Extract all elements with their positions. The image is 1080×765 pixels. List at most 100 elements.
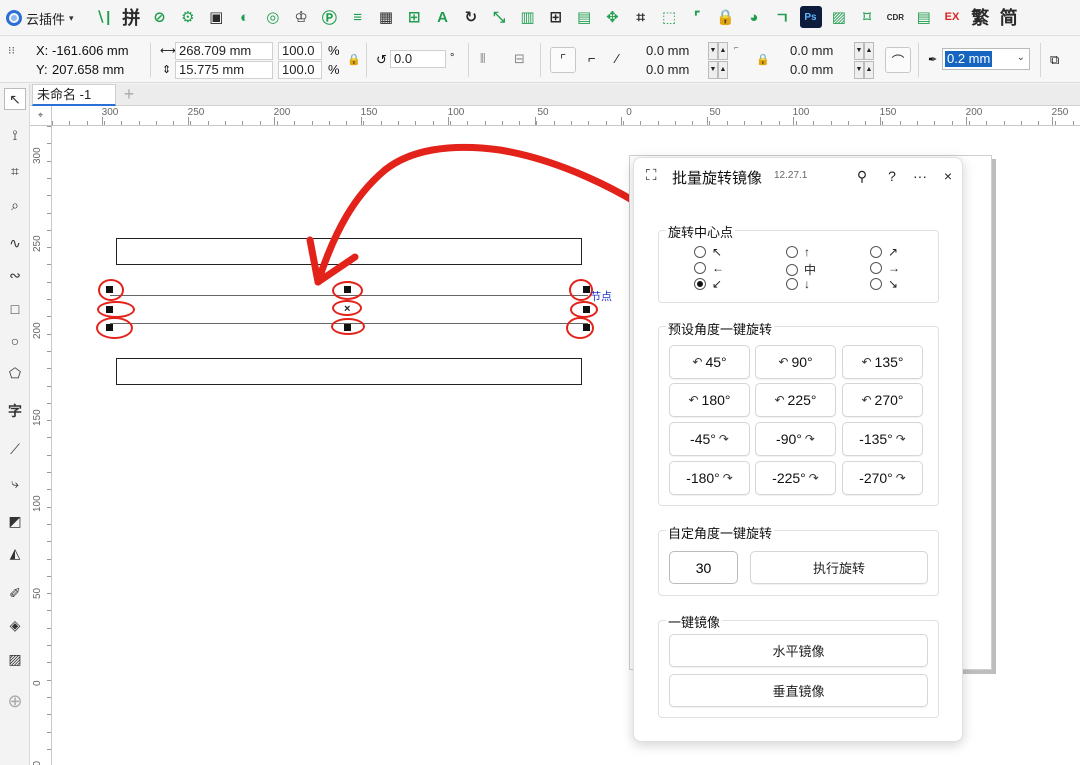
pin-icon[interactable]: ⚲ xyxy=(852,166,872,186)
mirror-horizontal-icon[interactable]: ⫴ xyxy=(480,50,485,68)
text-box-icon[interactable]: A xyxy=(432,6,454,28)
execute-rotate-button[interactable]: 执行旋转 xyxy=(750,551,928,584)
preset-rotate-button[interactable]: ↶ 270° xyxy=(842,383,923,417)
y-position-field[interactable]: 207.658 mm xyxy=(52,61,124,79)
shadow-tool-icon[interactable]: ◩ xyxy=(4,510,26,532)
rotation-center-option[interactable]: ↑ xyxy=(786,245,810,259)
scallop-corner-icon[interactable]: ⌐ xyxy=(588,50,596,68)
table-icon[interactable]: ▤ xyxy=(913,6,935,28)
rotation-field[interactable]: 0.0 xyxy=(390,50,446,68)
rotation-center-option[interactable]: ↓ xyxy=(786,277,810,291)
preset-rotate-button[interactable]: -90° ↷ xyxy=(755,422,836,456)
close-button[interactable]: × xyxy=(938,166,958,186)
image-icon[interactable]: ▣ xyxy=(205,6,227,28)
badge-icon[interactable]: Ⓟ xyxy=(318,6,340,28)
width-field[interactable]: 268.709 mm xyxy=(175,42,273,60)
relative-corner-button[interactable]: ⌒ xyxy=(885,47,911,73)
mirror-vertical-icon[interactable]: ⊟ xyxy=(514,50,525,68)
text-tool-icon[interactable]: 字 xyxy=(4,400,26,422)
transparency-tool-icon[interactable]: ◭ xyxy=(4,542,26,564)
picture-icon[interactable]: ▨ xyxy=(828,6,850,28)
preset-rotate-button[interactable]: ↶ 135° xyxy=(842,345,923,379)
horizontal-ruler[interactable]: 300 250 200 150 100 50 0 50 100 150 200 250 xyxy=(52,106,1080,126)
radio-button[interactable] xyxy=(870,278,882,290)
position-grid-icon[interactable]: ⁝⁝ xyxy=(8,42,15,60)
corner-radius-bottom-left[interactable]: 0.0 mm xyxy=(642,61,706,79)
interactive-fill-icon[interactable]: ◈ xyxy=(4,614,26,636)
radio-button[interactable] xyxy=(870,262,882,274)
parallel-dimension-icon[interactable]: ⟋ xyxy=(4,438,26,460)
crop-icon[interactable]: ⌜ xyxy=(686,6,708,28)
radio-button[interactable] xyxy=(786,278,798,290)
mirror-horizontal-button[interactable]: 水平镜像 xyxy=(669,634,928,667)
preset-rotate-button[interactable]: -180° ↷ xyxy=(669,461,750,495)
crop-tool-icon[interactable]: ⌗ xyxy=(4,160,26,182)
corner-radius-top-right[interactable]: 0.0 mm xyxy=(786,42,850,60)
freehand-tool-icon[interactable]: ∿ xyxy=(4,232,26,254)
pick-tool-icon[interactable]: ↖ xyxy=(4,88,26,110)
cloud-plugin-menu[interactable]: 云插件 ▾ xyxy=(6,7,74,29)
radio-button[interactable] xyxy=(786,246,798,258)
artistic-media-icon[interactable]: ∾ xyxy=(4,264,26,286)
corner-spinner[interactable]: ▼ ▲ xyxy=(854,61,874,79)
preset-rotate-button[interactable]: ↶ 180° xyxy=(669,383,750,417)
corner-icon[interactable]: ㄱ xyxy=(771,6,793,28)
ruler-origin[interactable]: ⌖ xyxy=(30,106,52,126)
smart-fill-icon[interactable]: ▨ xyxy=(4,648,26,670)
radio-button[interactable] xyxy=(694,278,706,290)
eyedropper-tool-icon[interactable]: ✐ xyxy=(4,582,26,604)
merge-icon[interactable]: 拼 xyxy=(120,6,142,29)
stamp-icon[interactable]: ♔ xyxy=(290,6,312,28)
chamfer-corner-icon[interactable]: ∕ xyxy=(616,50,618,68)
more-button[interactable]: ··· xyxy=(910,166,930,186)
rotation-center-option[interactable]: ↖ xyxy=(694,245,722,259)
dashed-box-icon[interactable]: ⬚ xyxy=(658,6,680,28)
crop-edit-icon[interactable]: ⊘ xyxy=(149,6,171,28)
options-icon[interactable]: ⧉ xyxy=(1050,51,1059,69)
rotation-center-option[interactable]: ← xyxy=(694,261,724,275)
round-corner-button[interactable]: ⌜ xyxy=(550,47,576,73)
corner-radius-top-left[interactable]: 0.0 mm xyxy=(642,42,706,60)
color-wheel-icon[interactable]: ◕ xyxy=(743,6,765,28)
preset-rotate-button[interactable]: -135° ↷ xyxy=(842,422,923,456)
shape-tool-icon[interactable]: ⟟ xyxy=(4,124,26,146)
add-page-icon[interactable]: ⊞ xyxy=(403,6,425,28)
move-icon[interactable]: ✥ xyxy=(601,6,623,28)
zoom-tool-icon[interactable]: ⌕ xyxy=(4,194,26,216)
ellipse-tool-icon[interactable]: ○ xyxy=(4,330,26,352)
frame-icon[interactable]: ⌑ xyxy=(856,6,878,28)
mirror-vertical-button[interactable]: 垂直镜像 xyxy=(669,674,928,707)
rotation-center-option[interactable]: 中 xyxy=(786,261,816,278)
rectangle-shape[interactable] xyxy=(116,358,582,385)
simplified-icon[interactable]: 简 xyxy=(998,6,1020,29)
ex-icon[interactable]: EX xyxy=(941,6,963,28)
add-tool-icon[interactable]: ⊕ xyxy=(4,690,26,712)
node-icon[interactable]: ⚙ xyxy=(177,6,199,28)
radio-button[interactable] xyxy=(870,246,882,258)
photoshop-icon[interactable]: Ps xyxy=(799,6,822,28)
preset-rotate-button[interactable]: -45° ↷ xyxy=(669,422,750,456)
preset-rotate-button[interactable]: ↶ 225° xyxy=(755,383,836,417)
rotation-center-option[interactable]: ↙ xyxy=(694,277,722,291)
custom-angle-input[interactable] xyxy=(669,551,738,584)
rectangle-tool-icon[interactable]: □ xyxy=(4,298,26,320)
rectangle-shape[interactable] xyxy=(116,238,582,265)
cdr-icon[interactable]: CDR xyxy=(884,6,906,28)
radio-button[interactable] xyxy=(694,246,706,258)
select-box-icon[interactable]: ⌗ xyxy=(630,6,652,28)
preset-rotate-button[interactable]: -225° ↷ xyxy=(755,461,836,495)
lines-icon[interactable]: ≡ xyxy=(347,6,369,28)
rotation-center-option[interactable]: ↗ xyxy=(870,245,898,259)
corner-spinner[interactable]: ▼ ▲ xyxy=(708,42,728,60)
preset-rotate-button[interactable]: ↶ 45° xyxy=(669,345,750,379)
traditional-icon[interactable]: 繁 xyxy=(969,6,991,29)
x-position-field[interactable]: -161.606 mm xyxy=(52,42,129,60)
layers-icon[interactable]: ▦ xyxy=(375,6,397,28)
help-button[interactable]: ? xyxy=(882,166,902,186)
connector-tool-icon[interactable]: ⤷ xyxy=(4,472,26,494)
corner-radius-bottom-right[interactable]: 0.0 mm xyxy=(786,61,850,79)
radio-button[interactable] xyxy=(786,263,798,276)
lock-icon[interactable]: 🔒 xyxy=(715,6,737,28)
corner-spinner[interactable]: ▼ ▲ xyxy=(708,61,728,79)
vertical-ruler[interactable]: 300 250 200 150 100 50 0 50 xyxy=(30,126,52,765)
